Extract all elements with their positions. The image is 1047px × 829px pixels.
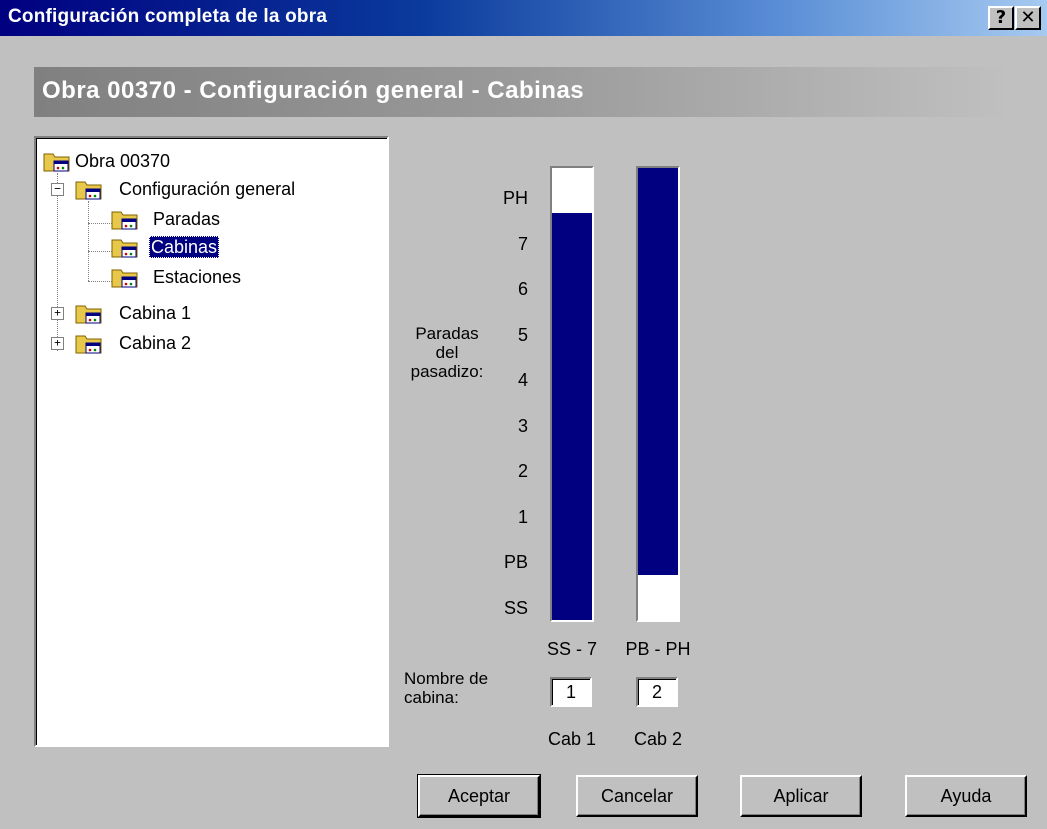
cabin-name-label-line2: cabina: bbox=[404, 688, 459, 707]
button-shade bbox=[578, 777, 696, 815]
cabin-name-field-1[interactable]: 1 bbox=[550, 677, 592, 707]
folder-icon bbox=[43, 153, 70, 172]
cabin-range-label: SS - 7 bbox=[546, 639, 598, 659]
cabin-range-bar-1[interactable] bbox=[550, 166, 594, 622]
shaft-label-line2: del bbox=[435, 343, 459, 362]
floor-label: 2 bbox=[517, 461, 528, 481]
floor-label: 5 bbox=[517, 324, 528, 345]
close-button[interactable]: ✕ bbox=[1015, 6, 1041, 30]
cabin-caption: Cab 2 bbox=[633, 729, 683, 749]
button-shade bbox=[420, 777, 538, 815]
floor-label: 6 bbox=[517, 279, 528, 299]
tree-connector bbox=[88, 251, 112, 252]
field-frame bbox=[552, 679, 590, 705]
tree-node-paradas[interactable]: Paradas bbox=[111, 205, 291, 235]
cabin-range-fill bbox=[638, 168, 678, 575]
cabin-name-label: Nombre de cabina: bbox=[404, 669, 514, 707]
folder-icon bbox=[111, 269, 138, 288]
cabin-range-bar-2[interactable] bbox=[636, 166, 680, 622]
accept-button[interactable]: Aceptar bbox=[417, 774, 541, 818]
cabin-caption: Cab 1 bbox=[547, 729, 597, 749]
floor-label: 4 bbox=[517, 370, 528, 390]
cabin-range-label: PB - PH bbox=[625, 639, 691, 659]
tree-view[interactable]: Obra 00370 − Configuración general Parad… bbox=[34, 136, 389, 747]
folder-open-icon bbox=[75, 181, 102, 200]
cancel-button[interactable]: Cancelar bbox=[576, 775, 698, 817]
help-button[interactable]: ? bbox=[988, 6, 1014, 30]
cabin-range-fill bbox=[552, 213, 592, 620]
tree-node-cabina-2[interactable]: Cabina 2 bbox=[75, 329, 275, 359]
apply-button[interactable]: Aplicar bbox=[740, 775, 862, 817]
cabin-name-label-line1: Nombre de bbox=[404, 669, 489, 688]
button-shade bbox=[742, 777, 860, 815]
collapse-toggle[interactable]: − bbox=[51, 183, 64, 196]
tree-view-frame: Obra 00370 − Configuración general Parad… bbox=[36, 138, 387, 745]
tree-connector bbox=[88, 281, 112, 282]
tree-node-cabinas[interactable]: Cabinas bbox=[111, 233, 291, 263]
banner-title: Obra 00370 - Configuración general - Cab… bbox=[42, 77, 585, 104]
button-shade bbox=[907, 777, 1025, 815]
window-title: Configuración completa de la obra bbox=[8, 6, 328, 27]
tree-connector bbox=[88, 223, 112, 224]
tree-node-label: Cabina 1 bbox=[119, 303, 192, 323]
floor-label: PB bbox=[503, 552, 528, 572]
tree-node-estaciones[interactable]: Estaciones bbox=[111, 263, 311, 293]
folder-icon bbox=[111, 211, 138, 230]
title-bar: Configuración completa de la obra ? ✕ bbox=[0, 0, 1047, 36]
tree-node-obra[interactable]: Obra 00370 bbox=[43, 147, 243, 177]
tree-connector bbox=[88, 201, 89, 281]
cabin-name-field-2[interactable]: 2 bbox=[636, 677, 678, 707]
folder-icon bbox=[75, 305, 102, 324]
expand-toggle[interactable]: + bbox=[51, 307, 64, 320]
folder-icon bbox=[75, 335, 102, 354]
tree-node-cabina-1[interactable]: Cabina 1 bbox=[75, 299, 275, 329]
floor-label: 3 bbox=[517, 415, 528, 436]
tree-connector bbox=[57, 173, 58, 351]
field-frame bbox=[638, 679, 676, 705]
tree-node-label: Configuración general bbox=[119, 179, 296, 199]
folder-open-icon bbox=[111, 239, 138, 258]
tree-node-label: Paradas bbox=[153, 209, 221, 229]
floor-label: 1 bbox=[517, 506, 528, 527]
section-banner: Obra 00370 - Configuración general - Cab… bbox=[34, 67, 1012, 117]
tree-node-label: Estaciones bbox=[153, 267, 242, 287]
floor-label: SS bbox=[503, 597, 528, 618]
expand-toggle[interactable]: + bbox=[51, 337, 64, 350]
tree-node-label: Cabinas bbox=[149, 236, 220, 258]
tree-node-label: Cabina 2 bbox=[119, 333, 192, 353]
help-dialog-button[interactable]: Ayuda bbox=[905, 775, 1027, 817]
tree-node-configuracion-general[interactable]: Configuración general bbox=[75, 175, 335, 205]
tree-node-label: Obra 00370 bbox=[75, 151, 171, 171]
floor-label: 7 bbox=[517, 233, 528, 254]
floor-label: PH bbox=[502, 188, 528, 208]
